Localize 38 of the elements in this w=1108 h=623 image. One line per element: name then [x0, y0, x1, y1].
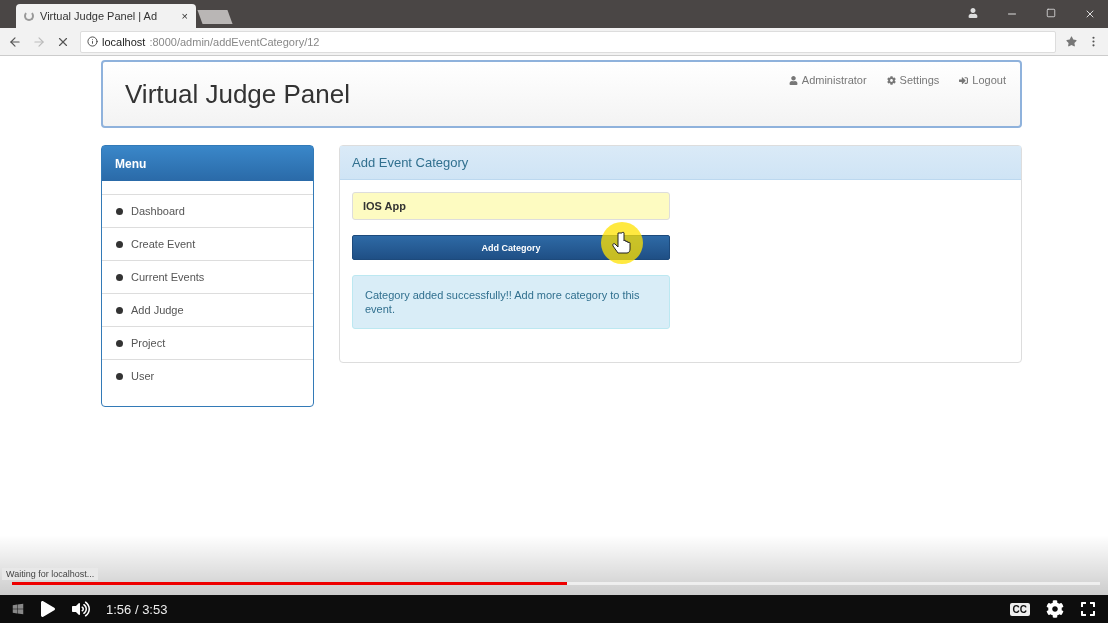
menu-heading: Menu [102, 146, 313, 181]
captions-button[interactable]: CC [1009, 602, 1030, 616]
success-alert: Category added successfully!! Add more category to this event. [352, 275, 670, 329]
nav-link[interactable]: Logout [959, 74, 1006, 86]
progress-track[interactable] [12, 582, 1100, 585]
settings-icon[interactable] [1046, 600, 1064, 618]
bookmark-star-icon[interactable] [1066, 36, 1077, 47]
address-field[interactable]: localhost :8000/admin/addEventCategory/12 [80, 30, 1056, 53]
close-icon[interactable] [1084, 8, 1096, 20]
menu-item[interactable]: Current Events [102, 260, 313, 293]
settings-icon [886, 75, 896, 85]
user-icon [788, 75, 798, 85]
volume-icon[interactable] [72, 600, 90, 618]
status-text: Waiting for localhost... [2, 568, 99, 580]
logout-icon [959, 75, 969, 85]
panel-heading: Add Event Category [340, 146, 1021, 180]
hand-cursor-icon [600, 221, 644, 265]
browser-tab[interactable]: Virtual Judge Panel | Ad × [16, 4, 196, 28]
category-input[interactable]: IOS App [352, 192, 670, 220]
nav-link[interactable]: Administrator [788, 74, 867, 86]
new-tab-button[interactable] [197, 10, 233, 24]
menu-item[interactable]: Add Judge [102, 293, 313, 326]
close-tab-button[interactable]: × [181, 10, 188, 22]
menu-item[interactable]: User [102, 359, 313, 392]
play-icon[interactable] [40, 601, 56, 617]
windows-icon[interactable] [12, 603, 24, 615]
time-display: 1:56 / 3:53 [106, 601, 168, 617]
tab-title: Virtual Judge Panel | Ad [40, 10, 157, 22]
fullscreen-icon[interactable] [1080, 601, 1096, 617]
nav-link[interactable]: Settings [886, 74, 940, 86]
restore-icon[interactable] [1046, 8, 1056, 18]
menu-item[interactable]: Dashboard [102, 194, 313, 227]
info-icon [87, 36, 98, 47]
menu-item[interactable]: Project [102, 326, 313, 359]
back-icon[interactable] [8, 34, 22, 49]
profile-icon[interactable] [968, 8, 978, 18]
brand-title: Virtual Judge Panel [125, 78, 350, 110]
menu-item[interactable]: Create Event [102, 227, 313, 260]
